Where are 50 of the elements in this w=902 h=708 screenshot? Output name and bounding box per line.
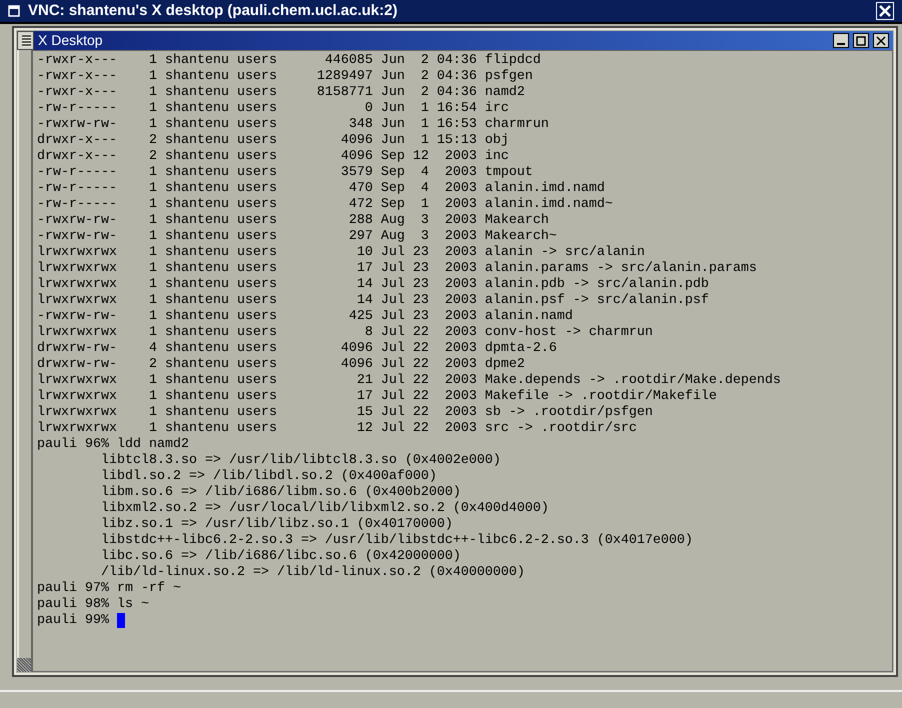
terminal-line: drwxr-x--- 2 shantenu users 4096 Sep 12 2003 inc	[37, 149, 509, 164]
maximize-icon	[856, 36, 866, 46]
maximize-button[interactable]	[853, 33, 869, 48]
terminal-line: libc.so.6 => /lib/i686/libc.so.6 (0x42000000)	[100, 549, 461, 564]
terminal-line: lrwxrwxrwx 1 shantenu users 14 Jul 23 2003 alanin.psf -> src/alanin.psf	[37, 293, 709, 308]
terminal-line: -rw-r----- 1 shantenu users 470 Sep 4 2003 alanin.imd.namd	[37, 181, 605, 196]
terminal-line: pauli 96% ldd namd2	[37, 437, 189, 452]
terminal-line: -rw-r----- 1 shantenu users 0 Jun 1 16:54 irc	[37, 101, 509, 116]
terminal-line: pauli 97% rm -rf ~	[37, 581, 181, 596]
terminal-line: lrwxrwxrwx 1 shantenu users 21 Jul 22 2003 Make.depends -> .rootdir/Make.depends	[37, 373, 781, 388]
terminal-line: lrwxrwxrwx 1 shantenu users 8 Jul 22 2003 conv-host -> charmrun	[37, 325, 653, 340]
terminal-line: lrwxrwxrwx 1 shantenu users 12 Jul 22 2003 src -> .rootdir/src	[37, 421, 637, 436]
terminal-line: drwxr-x--- 2 shantenu users 4096 Jun 1 15:13 obj	[37, 133, 509, 148]
close-icon	[876, 36, 886, 46]
terminal-line: libdl.so.2 => /lib/libdl.so.2 (0x400af000)	[100, 469, 437, 484]
terminal-line: pauli 99%	[37, 613, 110, 628]
terminal-line: libxml2.so.2 => /usr/local/lib/libxml2.so.2 (0x400d4000)	[100, 501, 549, 516]
close-button[interactable]	[873, 33, 889, 48]
terminal-line: -rwxr-x--- 1 shantenu users 446085 Jun 2 04:36 flipdcd	[37, 53, 541, 68]
menu-button[interactable]	[17, 31, 34, 50]
terminal-line: lrwxrwxrwx 1 shantenu users 17 Jul 23 2003 alanin.params -> src/alanin.params	[37, 261, 757, 276]
terminal-line: lrwxrwxrwx 1 shantenu users 10 Jul 23 2003 alanin -> src/alanin	[37, 245, 645, 260]
terminal-area[interactable]	[32, 50, 893, 672]
terminal-line: -rwxrw-rw- 1 shantenu users 288 Aug 3 2003 Makearch	[37, 213, 549, 228]
terminal-line: -rw-r----- 1 shantenu users 3579 Sep 4 2003 tmpout	[37, 165, 533, 180]
window-icon[interactable]	[8, 5, 20, 17]
close-icon	[879, 5, 891, 17]
terminal-line: /lib/ld-linux.so.2 => /lib/ld-linux.so.2 (0x40000000)	[100, 565, 525, 580]
terminal-line: pauli 98% ls ~	[37, 597, 149, 612]
scrollbar[interactable]	[17, 50, 32, 672]
terminal-line: -rw-r----- 1 shantenu users 472 Sep 1 2003 alanin.imd.namd~	[37, 197, 613, 212]
terminal-line: libtcl8.3.so => /usr/lib/libtcl8.3.so (0x4002e000)	[100, 453, 501, 468]
window-title: X Desktop	[38, 31, 103, 50]
terminal-line: drwxrw-rw- 4 shantenu users 4096 Jul 22 2003 dpmta-2.6	[37, 341, 557, 356]
minimize-button[interactable]	[833, 33, 849, 48]
terminal-line: drwxrw-rw- 2 shantenu users 4096 Jul 22 2003 dpme2	[37, 357, 525, 372]
terminal-line: -rwxrw-rw- 1 shantenu users 297 Aug 3 2003 Makearch~	[37, 229, 557, 244]
window-title: VNC: shantenu's X desktop (pauli.chem.ucl.ac.uk:2)	[28, 0, 398, 21]
terminal-line: lrwxrwxrwx 1 shantenu users 15 Jul 22 2003 sb -> .rootdir/psfgen	[37, 405, 653, 420]
menu-icon	[22, 35, 31, 46]
terminal-line: -rwxr-x--- 1 shantenu users 8158771 Jun 2 04:36 namd2	[37, 85, 525, 100]
terminal-line: libstdc++-libc6.2-2.so.3 => /usr/lib/libstdc++-libc6.2-2.so.3 (0x4017e000)	[100, 533, 693, 548]
terminal-line: -rwxr-x--- 1 shantenu users 1289497 Jun 2 04:36 psfgen	[37, 69, 533, 84]
terminal-line: lrwxrwxrwx 1 shantenu users 17 Jul 22 2003 Makefile -> .rootdir/Makefile	[37, 389, 717, 404]
terminal-line: libm.so.6 => /lib/i686/libm.so.6 (0x400b2000)	[100, 485, 461, 500]
terminal-line: -rwxrw-rw- 1 shantenu users 348 Jun 1 16:53 charmrun	[37, 117, 549, 132]
minimize-icon	[837, 42, 845, 44]
terminal-line: libz.so.1 => /usr/lib/libz.so.1 (0x40170000)	[100, 517, 453, 532]
terminal-line: lrwxrwxrwx 1 shantenu users 14 Jul 23 2003 alanin.pdb -> src/alanin.pdb	[37, 277, 709, 292]
terminal-line: -rwxrw-rw- 1 shantenu users 425 Jul 23 2003 alanin.namd	[37, 309, 573, 324]
